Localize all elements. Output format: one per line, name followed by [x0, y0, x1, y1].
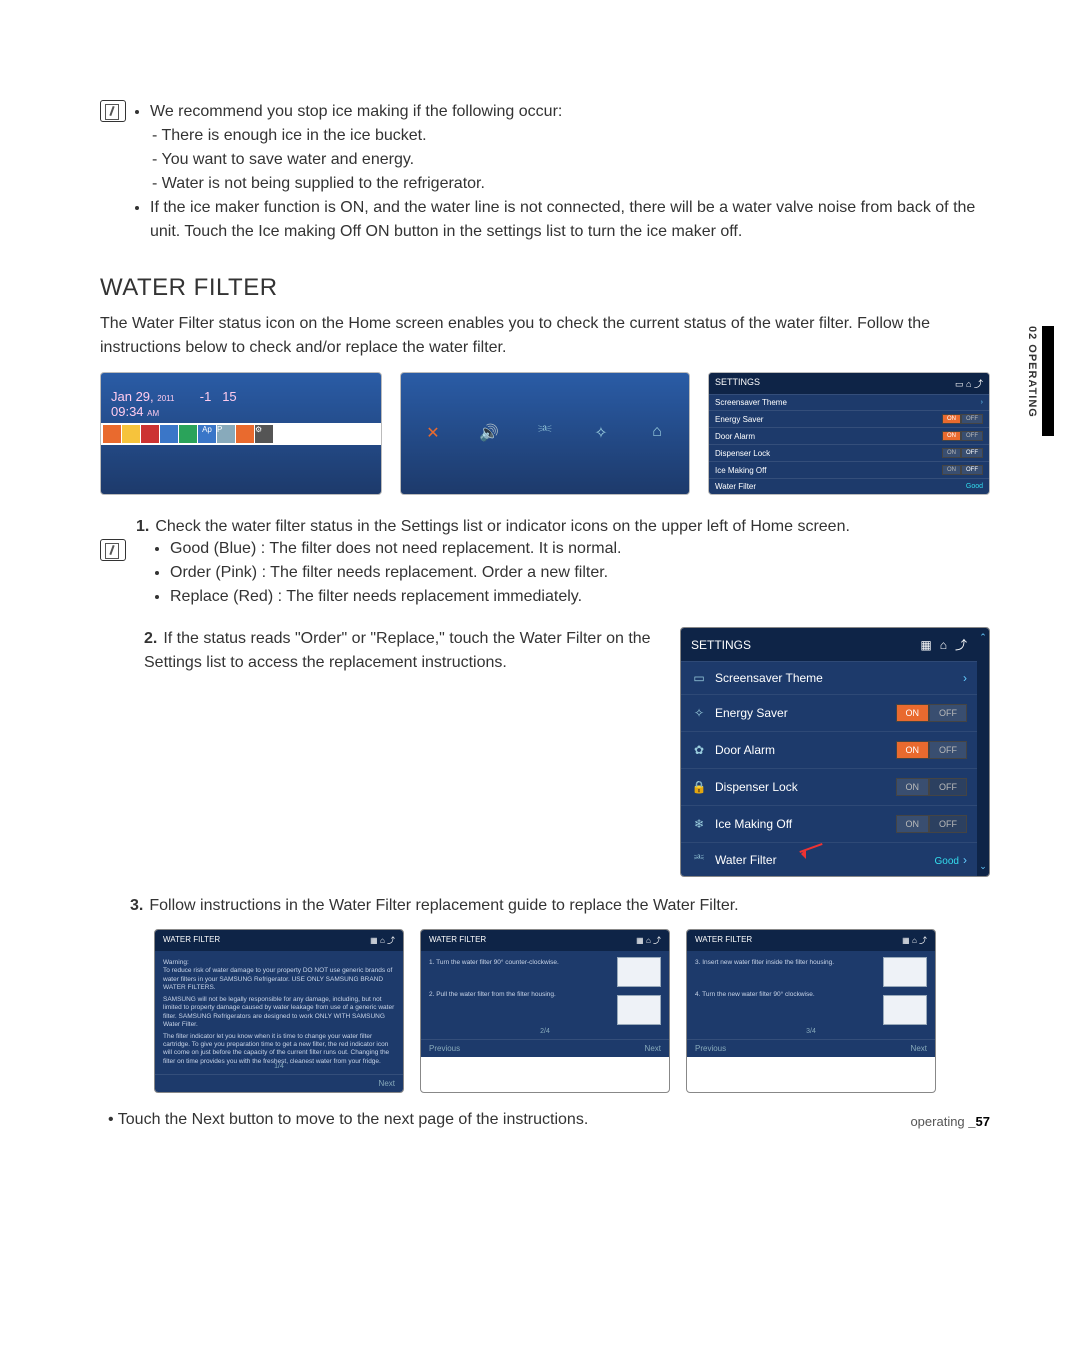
status-icons-thumbnail: ✕ 🔊 ⎃ ✧ ⌂: [400, 372, 690, 495]
toggle[interactable]: ONOFF: [896, 815, 968, 833]
wf-card-title: WATER FILTER: [163, 935, 220, 946]
step1-b2: Order (Pink) : The filter needs replacem…: [170, 561, 990, 585]
top-bullet-2: If the ice maker function is ON, and the…: [150, 196, 990, 244]
energy-icon: ✧: [691, 706, 707, 720]
close-icon: ✕: [422, 423, 444, 445]
settings-large-panel: SETTINGS ▦ ⌂ ⤴ ▭Screensaver Theme› ✧Energy…: [680, 627, 990, 877]
toggle[interactable]: ONOFF: [896, 741, 968, 759]
home-icon: ⌂: [646, 423, 668, 445]
page-indicator: 1/4: [274, 1063, 284, 1070]
section-title: WATER FILTER: [100, 274, 990, 302]
top-dash-3: Water is not being supplied to the refri…: [166, 172, 990, 196]
note-icon: [100, 539, 126, 561]
step1-b3: Replace (Red) : The filter needs replace…: [170, 585, 990, 609]
step2-block: 2.If the status reads "Order" or "Replac…: [144, 627, 666, 675]
grid-icon[interactable]: ▦: [920, 638, 931, 652]
final-bullet: Touch the Next button to move to the nex…: [124, 1111, 990, 1129]
home-icon[interactable]: ⌂: [940, 638, 947, 652]
wf-card-title: WATER FILTER: [429, 935, 486, 946]
chevron-down-icon: ⌄: [979, 861, 987, 872]
top-note-block: We recommend you stop ice making if the …: [132, 100, 990, 244]
page-indicator: 3/4: [806, 1028, 816, 1035]
filter-icon: ⎃: [534, 423, 556, 445]
next-button[interactable]: Next: [379, 1079, 395, 1088]
settings-row-door[interactable]: ✿Door AlarmONOFF: [681, 731, 977, 768]
ss-row-0: Screensaver Theme: [715, 398, 787, 407]
page-indicator: 2/4: [540, 1028, 550, 1035]
next-button[interactable]: Next: [911, 1044, 927, 1053]
step3-text: Follow instructions in the Water Filter …: [149, 897, 738, 914]
header-tools: ▦ ⌂ ⤴: [912, 636, 967, 653]
chevron-right-icon: ›: [963, 671, 967, 685]
next-button[interactable]: Next: [645, 1044, 661, 1053]
home-year: 2011: [157, 394, 174, 403]
chevron-up-icon: ⌃: [979, 632, 987, 643]
page-footer: operating _57: [910, 1114, 990, 1129]
home-time: 09:34: [111, 404, 144, 419]
door-icon: ✿: [691, 743, 707, 757]
step1-b1: Good (Blue) : The filter does not need r…: [170, 537, 990, 561]
ss-row-4: Ice Making Off: [715, 466, 766, 475]
lock-icon: 🔒: [691, 780, 707, 794]
settings-row-water-filter[interactable]: ⎃Water FilterGood›: [681, 842, 977, 876]
toggle[interactable]: ONOFF: [896, 704, 968, 722]
big-settings-title: SETTINGS: [691, 638, 751, 652]
wf-card-3: WATER FILTER▦ ⌂ ⤴ 3. Insert new water fi…: [686, 929, 936, 1093]
ice-icon: ❄: [691, 817, 707, 831]
wf-card-1: WATER FILTER▦ ⌂ ⤴ Warning:To reduce risk…: [154, 929, 404, 1093]
home-ampm: AM: [147, 409, 159, 418]
chevron-right-icon: ›: [963, 853, 967, 867]
water-filter-icon: ⎃: [691, 852, 707, 867]
step-illustration: [883, 995, 927, 1025]
note-icon: [100, 100, 126, 122]
top-bullet-1: We recommend you stop ice making if the …: [150, 100, 990, 124]
screensaver-icon: ▭: [691, 671, 707, 685]
settings-row-lock[interactable]: 🔒Dispenser LockONOFF: [681, 768, 977, 805]
energy-icon: ✧: [590, 423, 612, 445]
step2-text: If the status reads "Order" or "Replace,…: [144, 630, 651, 671]
step-illustration: [617, 995, 661, 1025]
home-screen-thumbnail: Jan 29, 2011 -1 15 09:34 AM ApP⚙: [100, 372, 382, 495]
side-tab: 02 OPERATING: [1026, 326, 1054, 436]
step-illustration: [883, 957, 927, 987]
step-illustration: [617, 957, 661, 987]
annotation-arrow: [799, 839, 839, 859]
intro-text: The Water Filter status icon on the Home…: [100, 312, 990, 360]
step1-block: 1.Check the water filter status in the S…: [136, 515, 990, 539]
previous-button[interactable]: Previous: [695, 1044, 726, 1053]
ss-row-3: Dispenser Lock: [715, 449, 770, 458]
wf-card-2: WATER FILTER▦ ⌂ ⤴ 1. Turn the water filt…: [420, 929, 670, 1093]
settings-row-screensaver[interactable]: ▭Screensaver Theme›: [681, 661, 977, 694]
settings-small-title: SETTINGS: [715, 377, 760, 390]
back-icon[interactable]: ⤴: [955, 638, 967, 652]
home-temp2: 15: [222, 389, 236, 404]
scrollbar[interactable]: ⌃⌄: [977, 628, 989, 876]
step1-text: Check the water filter status in the Set…: [155, 518, 850, 535]
previous-button[interactable]: Previous: [429, 1044, 460, 1053]
toggle[interactable]: ONOFF: [896, 778, 968, 796]
sound-icon: 🔊: [478, 423, 500, 445]
ss-row-2: Door Alarm: [715, 432, 755, 441]
settings-row-ice[interactable]: ❄Ice Making OffONOFF: [681, 805, 977, 842]
home-date: Jan 29,: [111, 389, 154, 404]
settings-row-energy[interactable]: ✧Energy SaverONOFF: [681, 694, 977, 731]
top-dash-2: You want to save water and energy.: [166, 148, 990, 172]
ss-row-1: Energy Saver: [715, 415, 763, 424]
top-dash-1: There is enough ice in the ice bucket.: [166, 124, 990, 148]
wf-card-title: WATER FILTER: [695, 935, 752, 946]
ss-row-5: Water Filter: [715, 482, 756, 491]
home-temp1: -1: [200, 389, 212, 404]
settings-small-thumbnail: SETTINGS▭ ⌂ ⤴ Screensaver Theme› Energy …: [708, 372, 990, 495]
home-app-row: ApP⚙: [101, 423, 381, 445]
status-good: Good: [935, 856, 959, 867]
